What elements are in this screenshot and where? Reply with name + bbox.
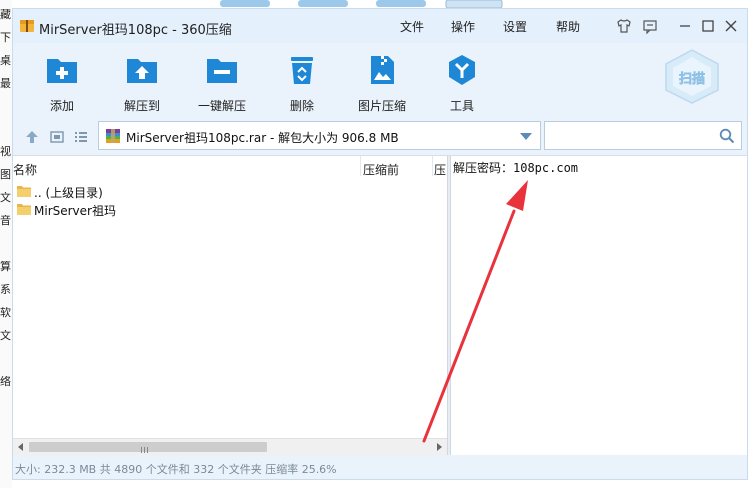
add-button[interactable]: 添加 [22,53,102,113]
recycle-bin-icon [291,57,313,84]
address-bar: MirServer祖玛108pc.rar - 解包大小为 906.8 MB [13,115,747,155]
archive-app-icon [20,20,34,32]
thumbnail-view-icon[interactable] [50,130,64,144]
bg-char: 文 [0,330,11,342]
scan-label: 扫描 [679,71,705,87]
image-compress-label: 图片压缩 [357,99,406,113]
search-input[interactable] [549,126,709,146]
one-click-extract-icon [207,59,237,83]
delete-label: 删除 [289,99,314,113]
delete-button[interactable]: 删除 [262,53,342,113]
scan-button[interactable]: 扫描 [661,47,723,105]
bg-char: 图 [0,169,11,181]
up-arrow-icon[interactable] [25,130,39,144]
bg-char: 最 [0,78,11,90]
status-text: 大小: 232.3 MB 共 4890 个文件和 332 个文件夹 压缩率 25… [15,463,337,476]
tools-button[interactable]: 工具 [422,53,502,113]
search-icon[interactable] [719,128,735,144]
skin-icon[interactable] [616,18,632,34]
window-title: MirServer祖玛108pc - 360压缩 [39,23,232,38]
tools-icon [449,55,475,85]
menu-settings[interactable]: 设置 [503,18,527,35]
bg-char: 算 [0,261,11,273]
menu-operation[interactable]: 操作 [451,18,475,35]
list-view-icon[interactable] [74,130,88,144]
bg-char: 下 [0,32,11,44]
screen: 藏 下 桌 最 视 图 文 音 算 系 软 文 络 MirServer祖玛108… [0,0,756,488]
background-icons-fragment [220,0,503,8]
image-compress-button[interactable]: 图片压缩 [342,53,422,113]
tools-label: 工具 [449,99,474,113]
extract-to-label: 解压到 [123,99,160,113]
menu-file[interactable]: 文件 [400,18,424,35]
bg-char: 络 [0,376,11,388]
minimize-icon[interactable] [677,18,693,34]
bg-char: 软 [0,307,11,319]
maximize-icon[interactable] [700,18,716,34]
one-click-extract-button[interactable]: 一键解压 [182,53,262,113]
archive-window: MirServer祖玛108pc - 360压缩 文件 操作 设置 帮助 添加 … [12,8,748,480]
background-desktop-strip: 藏 下 桌 最 视 图 文 音 算 系 软 文 络 [0,0,12,488]
image-compress-icon [371,56,394,84]
add-folder-icon [47,59,77,83]
annotation-arrow-icon [422,180,528,443]
bg-char: 藏 [0,9,11,21]
search-box [544,121,742,150]
add-label: 添加 [49,99,74,113]
bg-char: 文 [0,192,11,204]
archive-path: MirServer祖玛108pc.rar - 解包大小为 906.8 MB [126,131,399,145]
status-bar: 大小: 232.3 MB 共 4890 个文件和 332 个文件夹 压缩率 25… [13,455,747,479]
bg-char: 音 [0,215,11,227]
bg-char: 系 [0,284,11,296]
title-bar[interactable]: MirServer祖玛108pc - 360压缩 文件 操作 设置 帮助 [13,9,747,43]
rar-file-icon [106,129,120,143]
close-icon[interactable] [723,18,739,34]
menu-help[interactable]: 帮助 [556,18,580,35]
one-click-extract-label: 一键解压 [197,99,246,113]
bg-char: 视 [0,146,11,158]
extract-to-button[interactable]: 解压到 [102,53,182,113]
path-combobox[interactable]: MirServer祖玛108pc.rar - 解包大小为 906.8 MB [98,121,541,150]
feedback-icon[interactable] [642,18,658,34]
extract-to-icon [127,59,157,83]
chevron-down-icon[interactable] [520,133,532,140]
bg-char: 桌 [0,55,11,67]
content-area: 名称 压缩前 压 .. (上级目录) MirServer祖玛 解压密码：108p… [13,155,747,456]
toolbar: 添加 解压到 一键解压 删除 图片压缩 工具 扫描 [13,43,747,115]
